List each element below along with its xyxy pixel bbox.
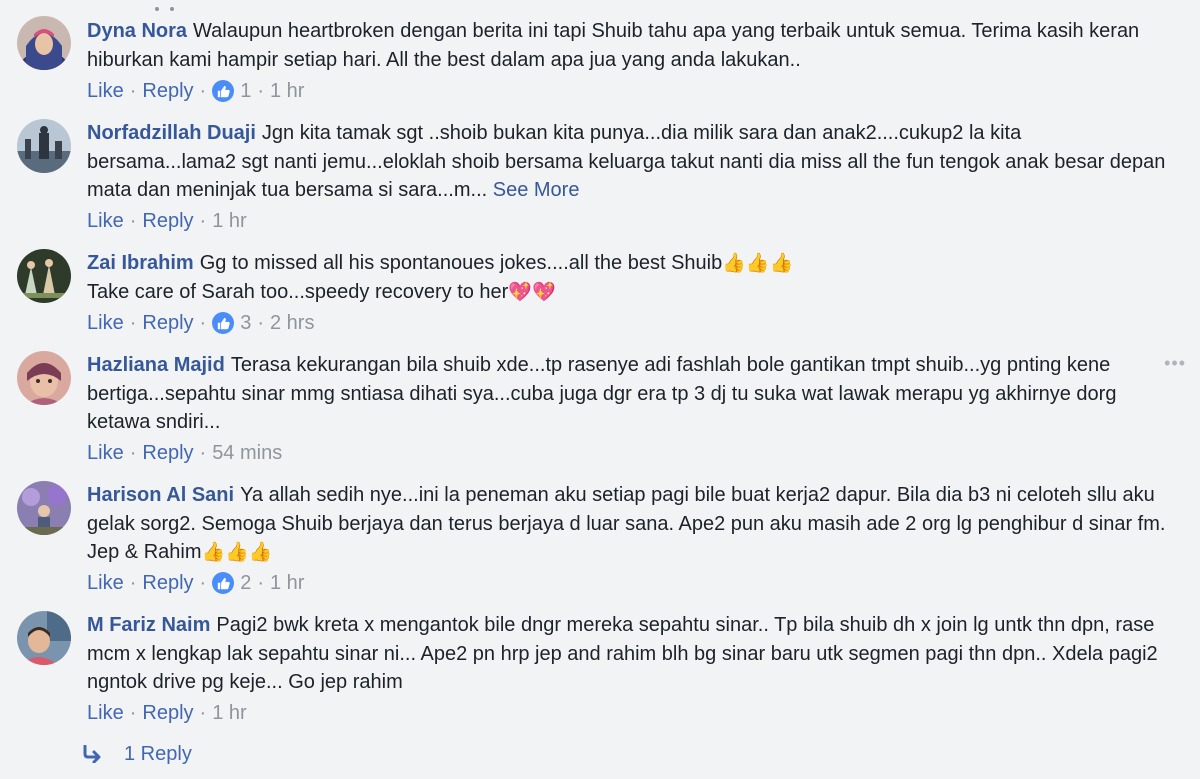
separator-dot: · bbox=[199, 80, 207, 102]
timestamp[interactable]: 1 hr bbox=[212, 701, 246, 725]
comment-text: Harison Al Sani Ya allah sedih nye...ini … bbox=[87, 481, 1167, 567]
like-link[interactable]: Like bbox=[87, 209, 124, 233]
view-replies-link[interactable]: 1 Reply bbox=[82, 741, 192, 767]
reply-link[interactable]: Reply bbox=[142, 209, 193, 233]
timestamp[interactable]: 54 mins bbox=[212, 441, 282, 465]
separator-dot: · bbox=[129, 572, 137, 594]
reaction-count[interactable]: 2 bbox=[240, 571, 251, 595]
reply-link[interactable]: Reply bbox=[142, 79, 193, 103]
separator-dot: · bbox=[257, 312, 264, 334]
comment-actions: Like · Reply · 1 hr bbox=[87, 209, 247, 233]
separator-dot: · bbox=[257, 572, 264, 594]
separator-dot: · bbox=[199, 702, 207, 724]
comment-actions: Like · Reply · 3 · 2 hrs bbox=[87, 311, 314, 335]
comment-actions: Like · Reply · 2 · 1 hr bbox=[87, 571, 304, 595]
timestamp[interactable]: 1 hr bbox=[270, 79, 304, 103]
reply-arrow-icon bbox=[83, 745, 101, 763]
separator-dot: · bbox=[199, 210, 207, 232]
reply-link[interactable]: Reply bbox=[142, 571, 193, 595]
more-options-icon[interactable]: ••• bbox=[1164, 353, 1186, 374]
comment-message: Walaupun heartbroken dengan berita ini t… bbox=[87, 20, 1140, 71]
comment-text: Hazliana Majid Terasa kekurangan bila shu… bbox=[87, 351, 1157, 437]
avatar[interactable] bbox=[17, 249, 71, 303]
reply-link[interactable]: Reply bbox=[142, 311, 193, 335]
like-link[interactable]: Like bbox=[87, 79, 124, 103]
separator-dot: · bbox=[129, 210, 137, 232]
like-link[interactable]: Like bbox=[87, 441, 124, 465]
thumbs-up-icon[interactable] bbox=[212, 80, 235, 102]
thumbs-up-emoji: 👍👍👍 bbox=[722, 252, 794, 274]
reply-link[interactable]: Reply bbox=[142, 701, 193, 725]
thumbs-up-emoji: 👍👍👍 bbox=[201, 541, 273, 563]
thumbs-up-icon[interactable] bbox=[212, 312, 235, 334]
comment-message-line1: Gg to missed all his spontanoues jokes..… bbox=[199, 252, 723, 274]
separator-dot: · bbox=[129, 80, 137, 102]
commenter-name[interactable]: Harison Al Sani bbox=[87, 484, 234, 506]
replies-count-label[interactable]: 1 Reply bbox=[124, 741, 192, 767]
comment-text: Norfadzillah Duaji Jgn kita tamak sgt ..s… bbox=[87, 119, 1167, 205]
comment-actions: Like · Reply · 54 mins bbox=[87, 441, 282, 465]
comment-text: M Fariz Naim Pagi2 bwk kreta x mengantok … bbox=[87, 611, 1167, 697]
comment-message: Pagi2 bwk kreta x mengantok bile dngr me… bbox=[87, 614, 1158, 693]
avatar[interactable] bbox=[17, 16, 71, 70]
comment-message: Terasa kekurangan bila shuib xde...tp ra… bbox=[87, 354, 1117, 433]
timestamp[interactable]: 1 hr bbox=[212, 209, 246, 233]
separator-dot: · bbox=[257, 80, 264, 102]
like-link[interactable]: Like bbox=[87, 571, 124, 595]
comment-text: Zai Ibrahim Gg to missed all his spontano… bbox=[87, 249, 1167, 306]
separator-dot: · bbox=[129, 442, 137, 464]
comment-actions: Like · Reply · 1 · 1 hr bbox=[87, 79, 304, 103]
comment-actions: Like · Reply · 1 hr bbox=[87, 701, 247, 725]
timestamp[interactable]: 1 hr bbox=[270, 571, 304, 595]
reaction-count[interactable]: 1 bbox=[240, 79, 251, 103]
commenter-name[interactable]: M Fariz Naim bbox=[87, 614, 210, 636]
avatar[interactable] bbox=[17, 611, 71, 665]
timestamp[interactable]: 2 hrs bbox=[270, 311, 314, 335]
avatar[interactable] bbox=[17, 119, 71, 173]
commenter-name[interactable]: Norfadzillah Duaji bbox=[87, 122, 256, 144]
separator-dot: · bbox=[199, 442, 207, 464]
commenter-name[interactable]: Zai Ibrahim bbox=[87, 252, 194, 274]
avatar[interactable] bbox=[17, 481, 71, 535]
comment-text: Dyna Nora Walaupun heartbroken dengan ber… bbox=[87, 17, 1167, 74]
see-more-link[interactable]: See More bbox=[493, 179, 580, 201]
like-link[interactable]: Like bbox=[87, 311, 124, 335]
comment-message-line2: Take care of Sarah too...speedy recovery… bbox=[87, 280, 509, 303]
commenter-name[interactable]: Hazliana Majid bbox=[87, 354, 225, 376]
thumbs-up-icon[interactable] bbox=[212, 572, 235, 594]
separator-dot: · bbox=[199, 312, 207, 334]
sparkling-heart-emoji: 💖💖 bbox=[508, 280, 556, 303]
like-link[interactable]: Like bbox=[87, 701, 124, 725]
separator-dot: · bbox=[199, 572, 207, 594]
avatar[interactable] bbox=[17, 351, 71, 405]
cut-off-fragment bbox=[150, 0, 180, 11]
commenter-name[interactable]: Dyna Nora bbox=[87, 20, 187, 42]
separator-dot: · bbox=[129, 702, 137, 724]
separator-dot: · bbox=[129, 312, 137, 334]
reaction-count[interactable]: 3 bbox=[240, 311, 251, 335]
reply-link[interactable]: Reply bbox=[142, 441, 193, 465]
